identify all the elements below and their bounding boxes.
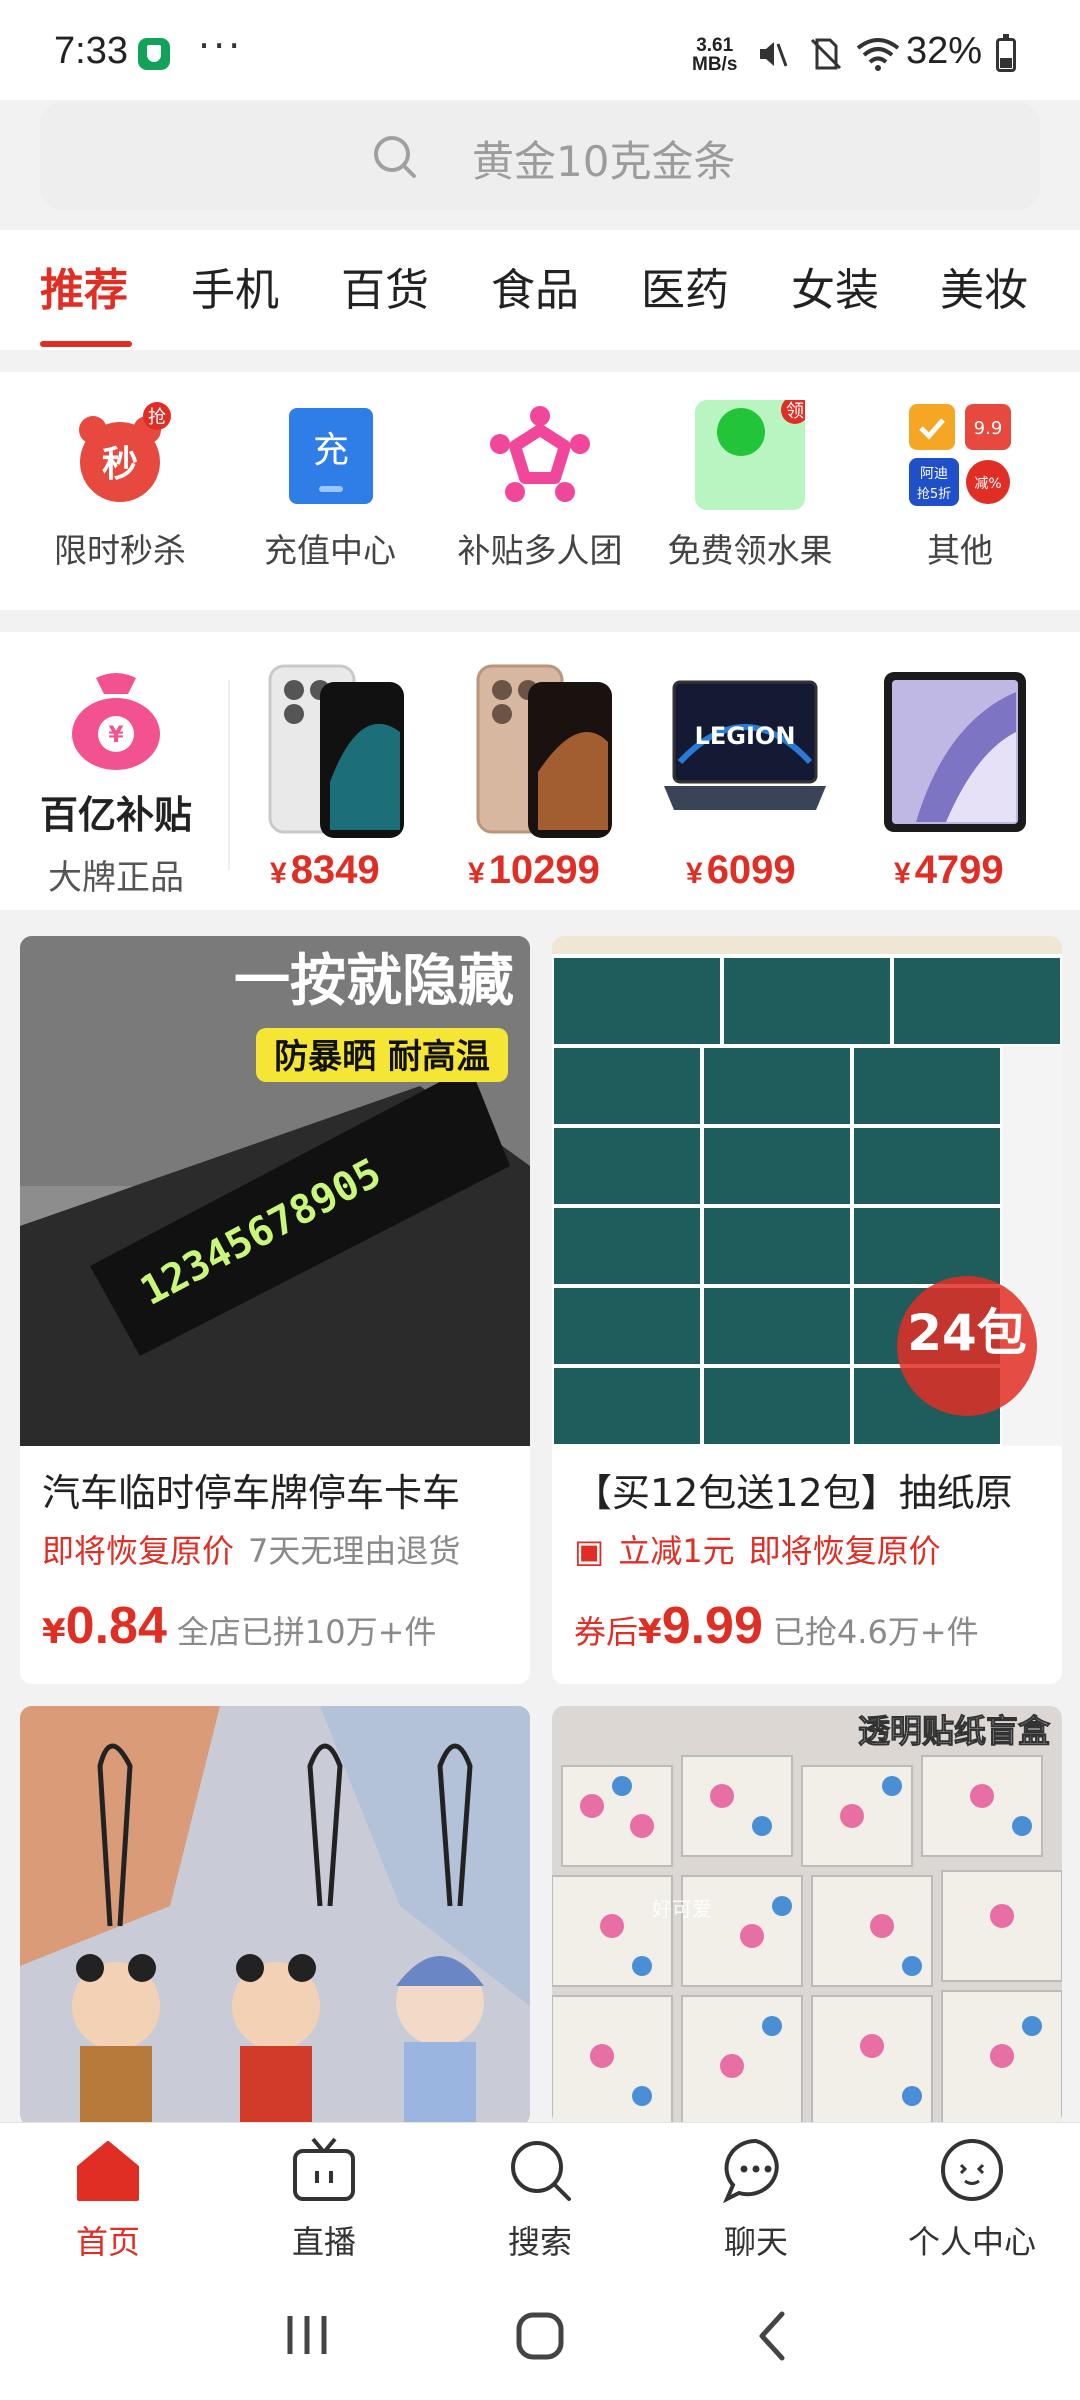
svg-text:防暴晒 耐高温: 防暴晒 耐高温	[274, 1037, 490, 1077]
subsidy-strip[interactable]: ¥ 百亿补贴 大牌正品 ¥8349 ¥10299 LEGION ¥6099 ¥4…	[0, 632, 1080, 910]
tab-beauty[interactable]: 美妆	[940, 254, 1028, 318]
product-image-laptop[interactable]: LEGION	[660, 662, 830, 842]
tab-recommend[interactable]: 推荐	[40, 254, 128, 318]
product-image-gold-phone[interactable]	[458, 662, 628, 842]
mute-icon	[760, 42, 788, 67]
recharge-icon: 充	[275, 400, 385, 510]
product-image-tissue-packs: 24包	[552, 936, 1062, 1446]
back-icon[interactable]	[752, 2310, 792, 2362]
product-tags: 即将恢复原价 7天无理由退货	[42, 1532, 461, 1570]
svg-text:24包: 24包	[907, 1304, 1027, 1362]
product-price: ¥10299	[468, 848, 600, 892]
svg-text:透明贴纸盲盒: 透明贴纸盲盒	[858, 1712, 1051, 1750]
quick-group-subsidy[interactable]: 补贴多人团	[440, 400, 640, 572]
quick-free-fruit[interactable]: 领 免费领水果	[650, 396, 850, 572]
quick-entry-grid: 秒 抢 限时秒杀 充 充值中心 补贴多人团 领 免费领水果 9.9 阿迪 抢5折…	[0, 372, 1080, 610]
security-shield-icon	[138, 38, 170, 70]
search-placeholder: 黄金10克金条	[472, 137, 736, 186]
nav-live[interactable]: 直播	[244, 2135, 404, 2263]
coupon-icon: ▣	[574, 1532, 605, 1570]
quick-others[interactable]: 9.9 阿迪 抢5折 减% 其他	[860, 400, 1060, 572]
svg-text:¥: ¥	[108, 723, 124, 748]
product-tags: ▣ 立减1元 即将恢复原价	[574, 1532, 941, 1570]
active-tab-indicator	[40, 341, 132, 347]
svg-text:抢5折: 抢5折	[917, 486, 951, 502]
nav-chat[interactable]: 聊天	[676, 2135, 836, 2263]
product-card[interactable]: 一按就隐藏 防暴晒 耐高温 12345678905 汽车临时停车牌停车卡车 即将…	[20, 936, 530, 1684]
product-title: 【买12包送12包】抽纸原	[574, 1471, 1013, 1515]
network-speed: 3.61 MB/s	[692, 35, 738, 75]
alarm-clock-icon: 秒 抢	[65, 400, 175, 510]
category-tabs: 推荐 手机 百货 食品 医药 女装 美妆	[0, 230, 1080, 350]
svg-text:充: 充	[313, 430, 349, 471]
svg-text:减%: 减%	[974, 476, 1001, 492]
svg-text:阿迪: 阿迪	[920, 466, 948, 482]
money-bag-icon: ¥	[72, 673, 160, 770]
home-button-icon[interactable]	[514, 2310, 566, 2362]
search-icon	[511, 2141, 571, 2201]
product-price: ¥6099	[686, 848, 796, 892]
svg-text:9.9: 9.9	[974, 418, 1003, 439]
svg-text:秒: 秒	[102, 444, 138, 485]
fruit-icon: 领	[695, 396, 809, 510]
more-apps-icon: 9.9 阿迪 抢5折 减%	[905, 400, 1015, 510]
home-icon	[77, 2141, 139, 2201]
system-navigation-bar	[0, 2272, 1080, 2400]
wifi-icon	[856, 38, 900, 71]
svg-text:一按就隐藏: 一按就隐藏	[234, 949, 514, 1014]
live-tv-icon	[293, 2137, 355, 2201]
subsidy-subtitle: 大牌正品	[48, 858, 184, 898]
product-image-figure-keychains	[20, 1706, 530, 2126]
search-input[interactable]: 黄金10克金条	[40, 102, 1040, 210]
tab-phones[interactable]: 手机	[191, 254, 279, 318]
product-price: ¥4799	[894, 848, 1004, 892]
quick-flash-sale[interactable]: 秒 抢 限时秒杀	[20, 400, 220, 572]
search-icon	[374, 136, 416, 178]
tab-food[interactable]: 食品	[491, 254, 579, 318]
divider	[228, 680, 230, 870]
svg-text:抢: 抢	[148, 407, 166, 428]
product-image-sticker-boxes: 透明贴纸盲盒 好可爱	[552, 1706, 1062, 2126]
profile-icon	[941, 2139, 1003, 2201]
product-title: 汽车临时停车牌停车卡车	[42, 1471, 461, 1515]
tab-daily-goods[interactable]: 百货	[341, 254, 429, 318]
group-icon	[485, 400, 595, 510]
status-time: 7:33	[54, 30, 128, 72]
svg-text:领: 领	[786, 401, 804, 422]
tab-medicine[interactable]: 医药	[641, 254, 729, 318]
nav-search[interactable]: 搜索	[460, 2135, 620, 2263]
bottom-nav: 首页 直播 搜索 聊天 个人中心	[0, 2122, 1080, 2272]
battery-percent: 32%	[906, 30, 983, 72]
product-card[interactable]: 24包 【买12包送12包】抽纸原 ▣ 立减1元 即将恢复原价 券后¥9.99 已抢4…	[552, 936, 1062, 1684]
nav-profile[interactable]: 个人中心	[892, 2135, 1052, 2263]
quick-recharge-center[interactable]: 充 充值中心	[230, 400, 430, 572]
more-notifications-icon: ···	[198, 24, 244, 68]
battery-icon	[996, 34, 1016, 72]
product-image-white-phone[interactable]	[250, 662, 420, 842]
status-bar: 7:33 ··· 3.61 MB/s 32%	[0, 0, 1080, 100]
tab-womens-wear[interactable]: 女装	[791, 254, 879, 318]
svg-text:LEGION: LEGION	[695, 722, 796, 750]
nav-home[interactable]: 首页	[28, 2135, 188, 2263]
svg-text:好可爱: 好可爱	[652, 1897, 712, 1921]
product-card[interactable]: 透明贴纸盲盒 好可爱	[552, 1706, 1062, 2126]
product-price-row: ¥0.84 全店已拼10万+件	[42, 1597, 437, 1655]
product-card[interactable]	[20, 1706, 530, 2126]
product-image-tablet[interactable]	[876, 662, 1046, 842]
recent-apps-icon[interactable]	[282, 2312, 332, 2358]
product-price-row: 券后¥9.99 已抢4.6万+件	[574, 1597, 979, 1655]
product-price: ¥8349	[270, 848, 380, 892]
no-sim-icon	[810, 38, 842, 70]
chat-icon	[723, 2138, 779, 2204]
product-image-parking-card: 一按就隐藏 防暴晒 耐高温 12345678905	[20, 936, 530, 1446]
subsidy-title: 百亿补贴	[39, 793, 192, 837]
